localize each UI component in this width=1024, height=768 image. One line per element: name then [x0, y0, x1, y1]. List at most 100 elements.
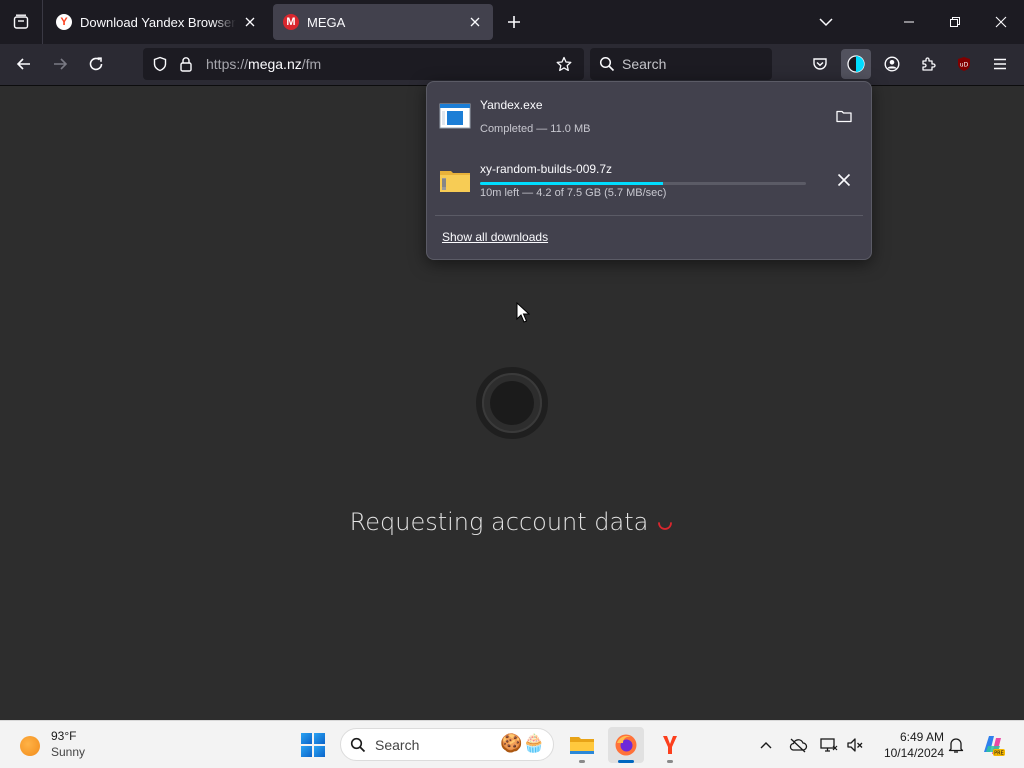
close-icon	[837, 173, 851, 187]
download-filename: xy-random-builds-009.7z	[480, 162, 613, 176]
status-message: Requesting account data	[0, 508, 1024, 536]
downloads-button[interactable]	[841, 49, 871, 79]
cancel-download-button[interactable]	[829, 165, 859, 195]
search-icon	[350, 737, 366, 753]
arrow-right-icon	[54, 58, 68, 70]
volume-tray-button[interactable]	[845, 735, 865, 755]
windows-logo-icon	[301, 733, 312, 744]
chevron-up-icon	[760, 742, 772, 749]
weather-condition: Sunny	[51, 745, 86, 759]
hamburger-menu-icon	[994, 58, 1006, 70]
search-icon	[599, 56, 615, 72]
account-button[interactable]	[877, 49, 907, 79]
yandex-browser-icon	[663, 736, 677, 754]
arrow-left-icon	[16, 58, 30, 70]
chevron-down-icon	[819, 18, 833, 27]
onedrive-tray-button[interactable]	[788, 735, 808, 755]
minimize-icon	[904, 21, 914, 23]
copilot-button[interactable]: PRE	[980, 732, 1006, 758]
taskbar-firefox[interactable]	[608, 727, 644, 763]
taskbar-yandex-browser[interactable]	[652, 727, 688, 763]
tab-mega[interactable]: M MEGA	[273, 4, 493, 40]
new-tab-button[interactable]	[502, 10, 526, 34]
notifications-button[interactable]	[946, 735, 966, 755]
tab-close-button[interactable]	[467, 14, 483, 30]
status-text: Requesting account data	[349, 508, 649, 536]
windows-taskbar: 93°F Sunny Search 🍪🧁 6:49 AM 10/14/2024	[0, 720, 1024, 768]
download-item[interactable]: Yandex.exe Completed — 11.0 MB	[435, 88, 863, 144]
bookmark-star-icon[interactable]	[556, 56, 572, 77]
close-window-button[interactable]	[978, 0, 1024, 44]
divider	[435, 215, 863, 216]
downloads-panel: Yandex.exe Completed — 11.0 MB xy-random…	[426, 81, 872, 260]
clock-date: 10/14/2024	[883, 746, 944, 760]
pocket-button[interactable]	[805, 49, 835, 79]
tracking-protection-shield-icon[interactable]	[152, 56, 168, 77]
app-menu-button[interactable]	[985, 49, 1015, 79]
yandex-icon: Y	[56, 14, 72, 30]
taskbar-file-explorer[interactable]	[564, 727, 600, 763]
forward-button[interactable]	[45, 49, 75, 79]
file-explorer-icon	[570, 737, 594, 754]
system-clock[interactable]: 6:49 AM 10/14/2024	[872, 729, 944, 761]
pocket-icon	[813, 58, 827, 70]
close-icon	[245, 17, 255, 27]
folder-icon	[836, 110, 852, 123]
mini-spinner-icon	[658, 522, 673, 530]
bell-icon	[948, 738, 964, 753]
show-in-folder-button[interactable]	[829, 101, 859, 131]
reload-icon	[89, 57, 103, 71]
extensions-button[interactable]	[913, 49, 943, 79]
download-progress-icon	[847, 55, 865, 73]
mouse-pointer-icon	[516, 302, 530, 323]
lock-icon[interactable]	[179, 56, 193, 77]
restore-button[interactable]	[932, 0, 978, 44]
close-icon	[470, 17, 480, 27]
back-button[interactable]	[9, 49, 39, 79]
navigation-toolbar: https://mega.nz/fm Search uD	[0, 44, 1024, 86]
loading-spinner-icon	[476, 367, 548, 439]
download-status: 10m left — 4.2 of 7.5 GB (5.7 MB/sec)	[480, 187, 667, 199]
download-progress-fill	[480, 182, 663, 185]
puzzle-piece-icon	[922, 57, 936, 71]
download-status: Completed — 11.0 MB	[480, 123, 591, 135]
download-filename: Yandex.exe	[480, 98, 543, 112]
start-button[interactable]	[301, 733, 325, 757]
url-scheme: https://	[206, 56, 249, 72]
tab-title: MEGA	[307, 14, 346, 30]
list-tabs-dropdown[interactable]	[814, 10, 838, 34]
taskbar-search-placeholder: Search	[375, 737, 420, 753]
speaker-muted-icon	[847, 738, 863, 752]
archive-folder-icon	[440, 171, 470, 192]
clock-time: 6:49 AM	[899, 730, 944, 744]
ublock-origin-button[interactable]: uD	[949, 49, 979, 79]
url-host: mega.nz	[248, 56, 302, 72]
address-bar[interactable]: https://mega.nz/fm	[143, 48, 584, 80]
tab-strip: Y Download Yandex Browser (bet M MEGA	[0, 0, 1024, 44]
search-placeholder: Search	[622, 56, 667, 72]
tab-title: Download Yandex Browser (bet	[80, 14, 236, 30]
weather-temperature: 93°F	[51, 729, 77, 743]
show-hidden-icons-button[interactable]	[756, 735, 776, 755]
show-all-downloads-link[interactable]: Show all downloads	[442, 230, 548, 244]
url-text[interactable]: https://mega.nz/fm	[206, 56, 321, 72]
reload-button[interactable]	[81, 49, 111, 79]
taskbar-search[interactable]: Search 🍪🧁	[340, 728, 554, 761]
search-bar[interactable]: Search	[590, 48, 772, 80]
tab-close-button[interactable]	[242, 14, 258, 30]
download-item[interactable]: xy-random-builds-009.7z 10m left — 4.2 o…	[435, 152, 863, 208]
ublock-origin-icon: uD	[958, 57, 970, 71]
network-icon	[820, 738, 838, 752]
sun-icon	[20, 736, 40, 756]
firefox-icon	[615, 734, 637, 756]
minimize-button[interactable]	[886, 0, 932, 44]
tab-list-icon	[13, 14, 29, 29]
account-icon	[884, 56, 900, 72]
close-icon	[995, 16, 1007, 28]
network-tray-button[interactable]	[819, 735, 839, 755]
download-progress-bar	[480, 182, 806, 185]
list-all-tabs-button[interactable]	[0, 0, 43, 44]
plus-icon	[508, 16, 520, 28]
tab-yandex[interactable]: Y Download Yandex Browser (bet	[46, 4, 268, 40]
exe-file-icon	[439, 103, 471, 129]
